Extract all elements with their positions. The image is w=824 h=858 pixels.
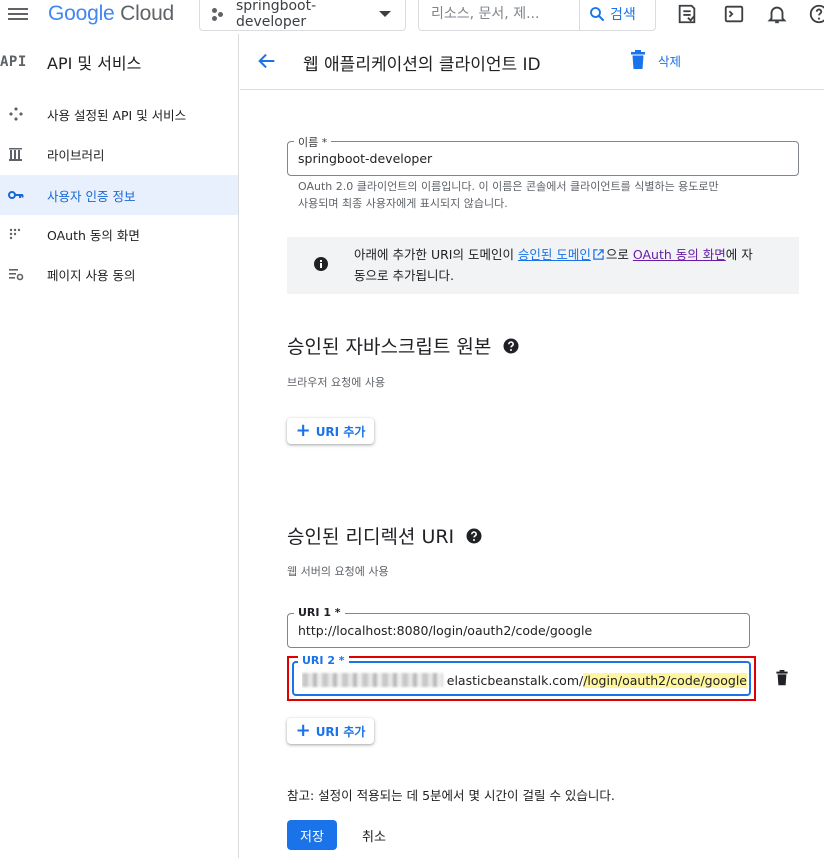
search-icon	[590, 6, 604, 21]
oauth-dots-icon	[8, 226, 24, 242]
hint-line-2: 사용되며 최종 사용자에게 표시되지 않습니다.	[298, 197, 508, 210]
help-icon[interactable]	[808, 3, 824, 29]
page-header: 웹 애플리케이션의 클라이언트 ID 삭제	[240, 34, 824, 90]
name-input[interactable]	[298, 142, 788, 175]
hamburger-icon[interactable]	[8, 5, 28, 25]
library-icon	[8, 146, 24, 162]
info-banner: 아래에 추가한 URI의 도메인이 승인된 도메인 으로 OAuth 동의 화면에…	[287, 237, 799, 294]
search-button[interactable]: 검색	[579, 0, 646, 30]
save-button[interactable]: 저장	[287, 820, 337, 850]
sidebar-item-label: 페이지 사용 동의	[47, 267, 136, 283]
logo-cloud: Cloud	[120, 2, 175, 25]
redirect-uris-title: 승인된 리디렉션 URI	[287, 526, 455, 548]
sidebar-item-enabled-apis[interactable]: 사용 설정된 API 및 서비스	[0, 94, 238, 134]
dropdown-caret-icon	[379, 10, 391, 17]
uri1-field: URI 1 *	[287, 606, 750, 648]
help-circle-icon[interactable]	[503, 338, 519, 354]
settings-list-icon	[8, 266, 24, 282]
uri2-input[interactable]: elasticbeanstalk.com//login/oauth2/code/…	[302, 670, 747, 690]
search-box: 검색	[418, 0, 656, 31]
name-field-hint: OAuth 2.0 클라이언트의 이름입니다. 이 이름은 콘솔에서 클라이언트…	[298, 178, 719, 212]
plus-icon: +	[295, 420, 311, 441]
add-js-origin-button[interactable]: + URI 추가	[287, 418, 374, 444]
sidebar-item-label: 사용 설정된 API 및 서비스	[47, 107, 187, 123]
google-cloud-logo[interactable]: Google Cloud	[48, 2, 174, 26]
key-icon	[8, 187, 24, 203]
external-link-icon	[593, 249, 604, 260]
redirect-uris-subtitle: 웹 서버의 요청에 사용	[287, 565, 389, 578]
page-title: 웹 애플리케이션의 클라이언트 ID	[303, 55, 541, 75]
main-content: 웹 애플리케이션의 클라이언트 ID 삭제 이름 * OAuth 2.0 클라이…	[240, 34, 824, 858]
delete-uri2-icon[interactable]	[775, 670, 789, 690]
top-bar: Google Cloud springboot-developer 검색	[0, 0, 824, 34]
project-dots-icon	[212, 7, 226, 21]
plus-icon: +	[295, 720, 311, 741]
redacted-hostname	[302, 673, 443, 687]
propagation-note: 참고: 설정이 적용되는 데 5분에서 몇 시간이 걸릴 수 있습니다.	[287, 788, 615, 803]
uri2-highlight-box: URI 2 * elasticbeanstalk.com//login/oaut…	[287, 654, 756, 701]
authorized-domains-link[interactable]: 승인된 도메인	[518, 247, 591, 262]
uri2-field[interactable]: URI 2 * elasticbeanstalk.com//login/oaut…	[292, 654, 751, 696]
sidebar-title: API 및 서비스	[47, 54, 142, 73]
sidebar-item-page-usage-agreements[interactable]: 페이지 사용 동의	[0, 254, 238, 294]
uri2-path: /login/oauth2/code/google	[583, 672, 747, 688]
sidebar-item-library[interactable]: 라이브러리	[0, 134, 238, 174]
js-origins-heading: 승인된 자바스크립트 원본	[287, 332, 519, 359]
logo-google: Google	[48, 2, 115, 25]
search-input[interactable]	[419, 0, 579, 30]
delete-label: 삭제	[658, 53, 682, 69]
add-uri-label: URI 추가	[315, 724, 366, 739]
name-field: 이름 *	[287, 134, 799, 176]
sidebar-item-label: 사용자 인증 정보	[47, 188, 136, 204]
sidebar-item-credentials[interactable]: 사용자 인증 정보	[0, 175, 238, 215]
info-icon	[314, 257, 328, 271]
redirect-uris-heading: 승인된 리디렉션 URI	[287, 522, 482, 549]
uri1-input[interactable]	[298, 614, 739, 647]
sidebar-header: API API 및 서비스	[0, 50, 141, 74]
sidebar-item-label: OAuth 동의 화면	[47, 227, 140, 243]
info-text-d: 동으로 추가됩니다.	[354, 268, 454, 283]
info-text-a: 아래에 추가한 URI의 도메인이	[354, 247, 518, 262]
hint-line-1: OAuth 2.0 클라이언트의 이름입니다. 이 이름은 콘솔에서 클라이언트…	[298, 180, 719, 193]
help-circle-icon[interactable]	[466, 528, 482, 544]
delete-button[interactable]: 삭제	[630, 50, 681, 70]
project-name: springboot-developer	[236, 0, 317, 30]
uri2-label: URI 2 *	[298, 654, 349, 667]
uri2-domain: elasticbeanstalk.com/	[446, 672, 584, 688]
js-origins-subtitle: 브라우저 요청에 사용	[287, 376, 386, 389]
oauth-consent-link[interactable]: OAuth 동의 화면	[633, 247, 726, 262]
sidebar-item-oauth-consent[interactable]: OAuth 동의 화면	[0, 214, 238, 254]
add-redirect-uri-button[interactable]: + URI 추가	[287, 718, 374, 744]
notes-icon[interactable]	[676, 3, 698, 29]
bell-icon[interactable]	[766, 3, 788, 29]
left-nav: API API 및 서비스 사용 설정된 API 및 서비스 라이브러리 사용자…	[0, 34, 239, 858]
sidebar-item-label: 라이브러리	[47, 147, 105, 163]
api-badge: API	[0, 54, 27, 70]
project-picker[interactable]: springboot-developer	[199, 0, 406, 31]
info-text-b: 으로	[605, 247, 633, 262]
info-text-c: 에 자	[725, 247, 753, 262]
info-text: 아래에 추가한 URI의 도메인이 승인된 도메인 으로 OAuth 동의 화면에…	[354, 244, 784, 286]
back-arrow-icon[interactable]	[256, 50, 278, 76]
trash-icon	[631, 50, 645, 69]
terminal-icon[interactable]	[723, 3, 745, 29]
api-diamond-icon	[8, 106, 24, 122]
add-uri-label: URI 추가	[315, 424, 366, 439]
search-button-label: 검색	[610, 6, 636, 23]
cancel-button[interactable]: 취소	[352, 820, 396, 850]
js-origins-title: 승인된 자바스크립트 원본	[287, 336, 492, 358]
